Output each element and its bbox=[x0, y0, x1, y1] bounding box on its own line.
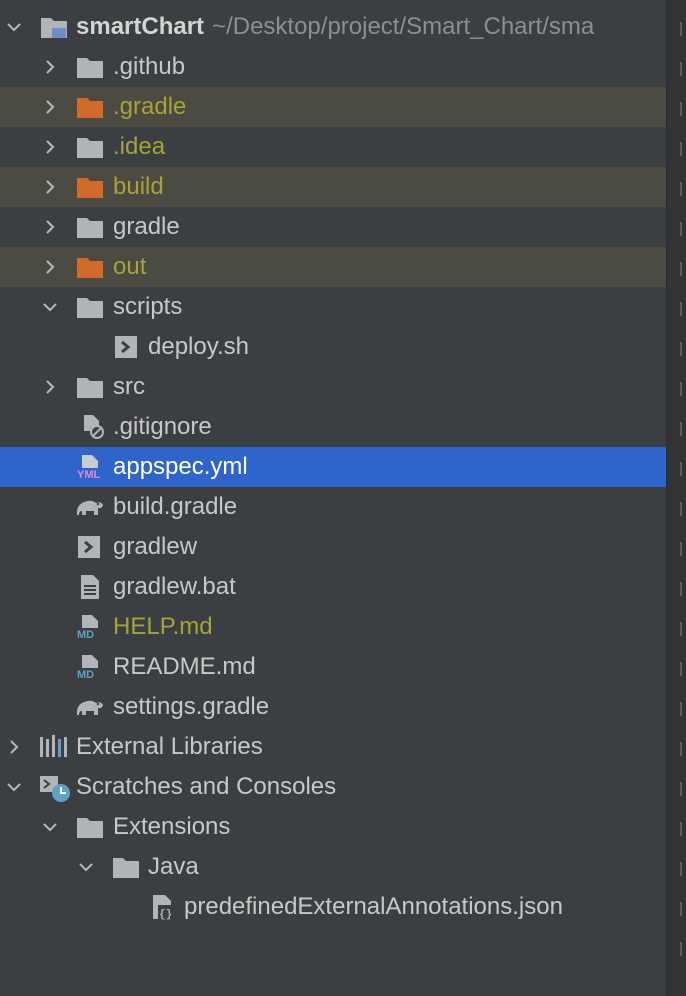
svg-text:YML: YML bbox=[77, 469, 101, 479]
folder-icon bbox=[76, 375, 104, 399]
chevron-down-icon[interactable] bbox=[40, 287, 60, 327]
libraries-icon bbox=[39, 735, 67, 759]
chevron-right-icon[interactable] bbox=[40, 127, 60, 167]
tree-row-gradlew[interactable]: gradlew bbox=[0, 527, 666, 567]
tree-row-src[interactable]: src bbox=[0, 367, 666, 407]
tree-row-help-md[interactable]: MD HELP.md bbox=[0, 607, 666, 647]
shell-script-icon bbox=[76, 535, 104, 559]
gradle-elephant-icon bbox=[74, 495, 103, 519]
markdown-file-icon: MD bbox=[76, 655, 104, 681]
tree-row-appspec-yml[interactable]: YML appspec.yml bbox=[0, 447, 666, 487]
svg-text:MD: MD bbox=[77, 629, 94, 639]
tree-item-label: Extensions bbox=[113, 813, 231, 840]
folder-icon bbox=[76, 215, 104, 239]
tree-item-label: predefinedExternalAnnotations.json bbox=[184, 893, 563, 920]
tree-item-label: build.gradle bbox=[113, 493, 238, 520]
tree-item-label: appspec.yml bbox=[113, 453, 248, 480]
folder-icon bbox=[76, 815, 104, 839]
project-name: smartChart bbox=[76, 13, 205, 40]
tree-item-label: Scratches and Consoles bbox=[76, 773, 337, 800]
tree-item-label: External Libraries bbox=[76, 733, 263, 760]
tree-row-out[interactable]: out bbox=[0, 247, 666, 287]
tree-row-gradle[interactable]: gradle bbox=[0, 207, 666, 247]
chevron-right-icon[interactable] bbox=[4, 727, 24, 767]
tree-row-project-root[interactable]: smartChart ~/Desktop/project/Smart_Chart/… bbox=[0, 7, 666, 47]
excluded-folder-icon bbox=[76, 95, 104, 119]
chevron-right-icon[interactable] bbox=[40, 207, 60, 247]
tree-item-label: Java bbox=[148, 853, 199, 880]
project-folder-icon bbox=[40, 15, 68, 39]
scratches-icon bbox=[39, 775, 70, 802]
folder-icon bbox=[76, 295, 104, 319]
svg-text:{}: {} bbox=[159, 909, 172, 921]
tree-item-label: out bbox=[113, 253, 147, 280]
tree-row-deploy-sh[interactable]: deploy.sh bbox=[0, 327, 666, 367]
tree-item-label: .github bbox=[113, 53, 186, 80]
markdown-file-icon: MD bbox=[76, 615, 104, 641]
tree-row-github[interactable]: .github bbox=[0, 47, 666, 87]
chevron-down-icon[interactable] bbox=[4, 7, 24, 47]
tree-item-label: settings.gradle bbox=[113, 693, 270, 720]
tree-item-label: scripts bbox=[113, 293, 183, 320]
project-path: ~/Desktop/project/Smart_Chart/sma bbox=[212, 13, 595, 40]
chevron-down-icon[interactable] bbox=[76, 847, 96, 887]
tree-item-label: deploy.sh bbox=[148, 333, 249, 360]
tree-row-build[interactable]: build bbox=[0, 167, 666, 207]
tree-item-label: gradlew bbox=[113, 533, 198, 560]
tree-row-json-file[interactable]: {} predefinedExternalAnnotations.json bbox=[0, 887, 666, 927]
tree-row-gitignore[interactable]: .gitignore bbox=[0, 407, 666, 447]
chevron-right-icon[interactable] bbox=[40, 87, 60, 127]
tree-item-label: .gradle bbox=[113, 93, 187, 120]
tree-row-readme-md[interactable]: MD README.md bbox=[0, 647, 666, 687]
folder-icon bbox=[76, 55, 104, 79]
tree-row-java[interactable]: Java bbox=[0, 847, 666, 887]
text-file-icon bbox=[78, 575, 106, 599]
chevron-right-icon[interactable] bbox=[40, 47, 60, 87]
tree-row-extensions[interactable]: Extensions bbox=[0, 807, 666, 847]
chevron-right-icon[interactable] bbox=[40, 247, 60, 287]
tree-item-label: gradle bbox=[113, 213, 180, 240]
tree-item-label: .gitignore bbox=[113, 413, 212, 440]
tree-item-label: src bbox=[113, 373, 145, 400]
yml-file-icon: YML bbox=[76, 455, 106, 481]
shell-script-icon bbox=[113, 335, 141, 359]
tree-row-scratches[interactable]: Scratches and Consoles bbox=[0, 767, 666, 807]
gitignore-file-icon bbox=[78, 415, 106, 439]
tree-item-label: HELP.md bbox=[113, 613, 213, 640]
tree-row-settings-gradle[interactable]: settings.gradle bbox=[0, 687, 666, 727]
gradle-elephant-icon bbox=[74, 695, 103, 719]
excluded-folder-icon bbox=[76, 255, 104, 279]
svg-text:MD: MD bbox=[77, 669, 94, 679]
chevron-right-icon[interactable] bbox=[40, 367, 60, 407]
project-tree: smartChart ~/Desktop/project/Smart_Chart/… bbox=[0, 7, 666, 927]
tree-item-label: build bbox=[113, 173, 164, 200]
tree-row-scripts[interactable]: scripts bbox=[0, 287, 666, 327]
tree-row-gradlew-bat[interactable]: gradlew.bat bbox=[0, 567, 666, 607]
chevron-down-icon[interactable] bbox=[4, 767, 24, 807]
tree-item-label: .idea bbox=[113, 133, 166, 160]
chevron-right-icon[interactable] bbox=[40, 167, 60, 207]
tree-item-label: README.md bbox=[113, 653, 256, 680]
folder-icon bbox=[112, 855, 140, 879]
tree-row-build-gradle[interactable]: build.gradle bbox=[0, 487, 666, 527]
json-file-icon: {} bbox=[150, 895, 178, 921]
chevron-down-icon[interactable] bbox=[40, 807, 60, 847]
editor-gutter bbox=[666, 0, 686, 996]
tree-item-label: gradlew.bat bbox=[113, 573, 236, 600]
tree-row-external-libraries[interactable]: External Libraries bbox=[0, 727, 666, 767]
folder-icon bbox=[76, 135, 104, 159]
tree-row-gradle-cache[interactable]: .gradle bbox=[0, 87, 666, 127]
tree-row-idea[interactable]: .idea bbox=[0, 127, 666, 167]
excluded-folder-icon bbox=[76, 175, 104, 199]
